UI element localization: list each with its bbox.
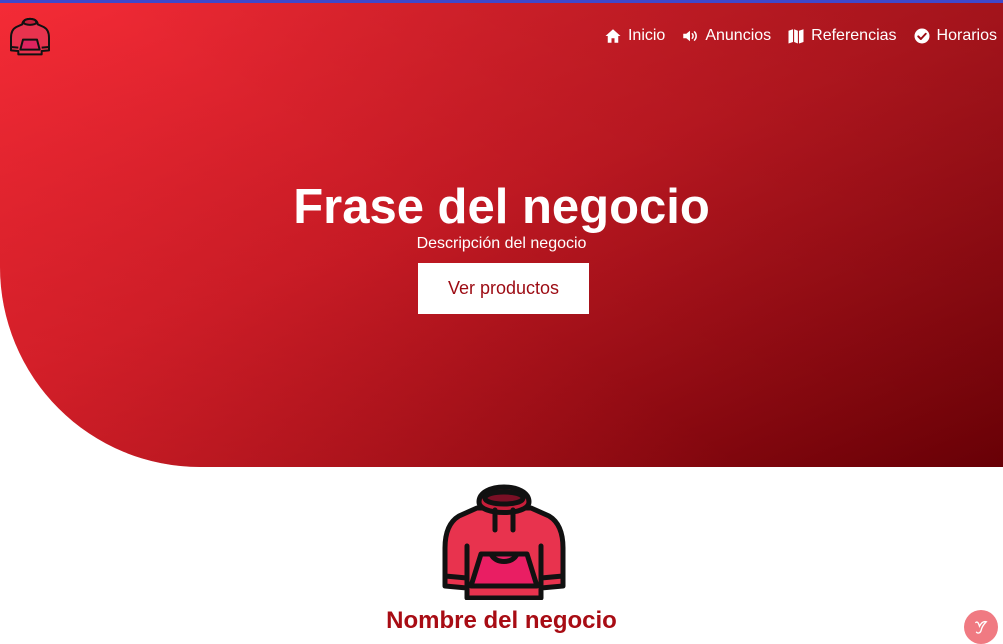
nav-item-label: Anuncios	[705, 27, 772, 44]
nav-item-anuncios[interactable]: Anuncios	[681, 27, 771, 45]
nav-item-inicio[interactable]: Inicio	[604, 27, 665, 45]
script-y-icon	[975, 620, 988, 634]
hero-banner: Inicio Anuncios Referencias Horarios Fra…	[0, 3, 1003, 467]
nav-item-referencias[interactable]: Referencias	[787, 27, 897, 45]
nav-item-label: Inicio	[627, 27, 666, 44]
nav-item-label: Referencias	[811, 27, 897, 44]
home-icon	[605, 29, 621, 43]
nav-item-label: Horarios	[936, 27, 997, 44]
check-circle-icon	[914, 28, 930, 44]
megaphone-icon	[683, 30, 698, 42]
hero-title: Frase del negocio	[293, 180, 710, 234]
hoodie-icon[interactable]	[9, 13, 51, 57]
ver-productos-button[interactable]: Ver productos	[418, 263, 589, 314]
map-icon	[788, 29, 804, 44]
floating-widget-button[interactable]	[964, 610, 998, 644]
hoodie-icon	[442, 484, 566, 600]
hero-description: Descripción del negocio	[416, 235, 587, 252]
business-name: Nombre del negocio	[386, 607, 617, 634]
main-nav: Inicio Anuncios Referencias Horarios	[604, 27, 997, 45]
nav-item-horarios[interactable]: Horarios	[913, 27, 997, 45]
